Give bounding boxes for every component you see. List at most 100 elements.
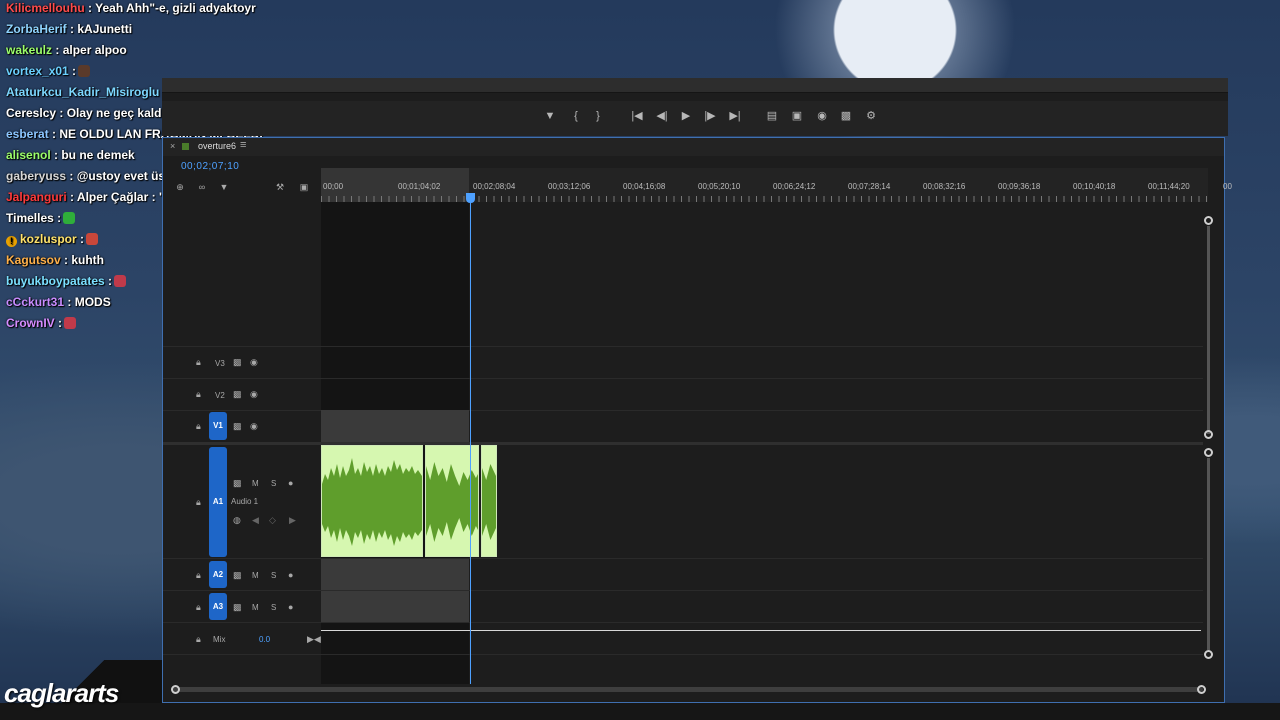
ruler-tick-label: 00;00 [323, 182, 344, 191]
audio-scroll-handle-bottom[interactable] [1204, 650, 1213, 659]
chat-username[interactable]: Jalpanguri [6, 190, 67, 204]
badge-icon: ! [6, 236, 17, 247]
step-back-icon[interactable]: ◀| [654, 108, 670, 124]
mic-icon[interactable]: ● [288, 602, 293, 612]
chat-username[interactable]: Timelles [6, 211, 54, 225]
program-monitor-controls: ▼ { } |◀ ◀| ▶ |▶ ▶| ▤ ▣ ◉ ▩ ⚙ [162, 78, 1228, 136]
eye-icon[interactable]: ◉ [250, 357, 258, 368]
mute-button[interactable]: M [252, 571, 259, 580]
add-keyframe-icon[interactable]: ◇ [269, 515, 276, 526]
linked-selection-icon[interactable]: ∞ [195, 180, 209, 194]
audio-scroll-handle-top[interactable] [1204, 448, 1213, 457]
eye-icon[interactable]: ◉ [250, 389, 258, 400]
lock-icon[interactable]: 🔒︎ [196, 421, 201, 432]
lift-icon[interactable]: ▤ [764, 108, 780, 124]
chat-username[interactable]: wakeulz [6, 43, 52, 57]
chat-username[interactable]: Kilicmellouhu [6, 1, 85, 15]
track-divider [163, 410, 1203, 411]
mic-icon[interactable]: ● [288, 570, 293, 580]
audio-clip[interactable] [481, 445, 497, 557]
compare-icon[interactable]: ▩ [838, 108, 854, 124]
monitor-strip-dark [162, 93, 1228, 101]
eye-icon[interactable]: ◉ [250, 421, 258, 432]
tab-menu-icon[interactable]: ≡ [240, 139, 246, 151]
chat-username[interactable]: Cereslcy [6, 106, 56, 120]
chat-text: : Olay ne geç kaldım [56, 106, 176, 120]
track-target-a3[interactable]: A3 [209, 593, 227, 620]
playhead-timecode[interactable]: 00;02;07;10 [181, 161, 239, 172]
film-icon[interactable]: ▩ [233, 357, 242, 368]
snap-icon[interactable]: ⊕ [173, 180, 187, 194]
prev-keyframe-icon[interactable]: ◀ [252, 515, 259, 526]
chat-username[interactable]: kozluspor [20, 232, 77, 246]
lock-icon[interactable]: 🔒︎ [196, 570, 201, 581]
ruler-tick-label: 00;01;04;02 [398, 182, 441, 191]
close-icon[interactable]: × [170, 141, 175, 151]
track-target-a2[interactable]: A2 [209, 561, 227, 588]
lock-icon[interactable]: 🔒︎ [196, 497, 201, 508]
track-divider [163, 590, 1203, 591]
chat-username[interactable]: CrownIV [6, 316, 55, 330]
wrench-icon[interactable]: ⚒ [273, 180, 287, 194]
chat-text: : [76, 232, 85, 246]
playhead-line[interactable] [470, 198, 471, 684]
keyframe-mode-icon[interactable]: ◍ [233, 515, 241, 526]
mix-end-icon[interactable]: ▶◀ [307, 634, 321, 645]
tab-sequence-name[interactable]: overture6 [198, 141, 236, 151]
zoom-handle-right[interactable] [1197, 685, 1206, 694]
marker-icon[interactable]: ▼ [542, 108, 558, 124]
chat-username[interactable]: vortex_x01 [6, 64, 69, 78]
add-marker-icon[interactable]: ▼ [217, 180, 231, 194]
audio-clip[interactable] [321, 445, 423, 557]
extract-icon[interactable]: ▣ [789, 108, 805, 124]
mic-icon[interactable]: ● [288, 478, 293, 488]
video-scroll-handle-top[interactable] [1204, 216, 1213, 225]
chat-username[interactable]: cCckurt31 [6, 295, 64, 309]
audio-scrollbar-track[interactable] [1207, 458, 1210, 650]
mute-button[interactable]: M [252, 603, 259, 612]
film-icon[interactable]: ▩ [233, 570, 242, 581]
film-icon[interactable]: ▩ [233, 602, 242, 613]
out-point-icon[interactable]: } [590, 108, 606, 124]
time-ruler[interactable]: 00;00 00;01;04;02 00;02;08;04 00;03;12;06 00… [321, 168, 1232, 202]
go-to-out-icon[interactable]: ▶| [727, 108, 743, 124]
lock-icon[interactable]: 🔒︎ [196, 389, 201, 400]
step-forward-icon[interactable]: |▶ [702, 108, 718, 124]
play-icon[interactable]: ▶ [678, 108, 694, 124]
chat-username[interactable]: esberat [6, 127, 49, 141]
captions-icon[interactable]: ▣ [297, 180, 311, 194]
film-icon[interactable]: ▩ [233, 421, 242, 432]
solo-button[interactable]: S [271, 571, 276, 580]
film-icon[interactable]: ▩ [233, 478, 242, 489]
export-frame-icon[interactable]: ◉ [814, 108, 830, 124]
track-target-a1[interactable]: A1 [209, 447, 227, 557]
ruler-tick-label: 00;09;36;18 [998, 182, 1041, 191]
chat-username[interactable]: buyukboypatates [6, 274, 105, 288]
video-scrollbar-track[interactable] [1207, 226, 1210, 434]
solo-button[interactable]: S [271, 479, 276, 488]
chat-username[interactable]: Kagutsov [6, 253, 61, 267]
lock-icon[interactable]: 🔒︎ [196, 602, 201, 613]
film-icon[interactable]: ▩ [233, 389, 242, 400]
go-to-in-icon[interactable]: |◀ [629, 108, 645, 124]
ruler-tick-label: 00;11;44;20 [1148, 182, 1190, 191]
settings-icon[interactable]: ⚙ [863, 108, 879, 124]
a3-empty-region [321, 591, 469, 622]
chat-message: Kilicmellouhu : Yeah Ahh"-e, gizli adyak… [6, 0, 336, 19]
horizontal-scrollbar[interactable] [173, 687, 1203, 692]
mix-volume-value[interactable]: 0.0 [259, 635, 270, 644]
chat-text: : [53, 211, 62, 225]
mute-button[interactable]: M [252, 479, 259, 488]
solo-button[interactable]: S [271, 603, 276, 612]
chat-username[interactable]: ZorbaHerif [6, 22, 67, 36]
chat-username[interactable]: Ataturkcu_Kadir_Misiroglu [6, 85, 159, 99]
video-scroll-handle-bottom[interactable] [1204, 430, 1213, 439]
chat-username[interactable]: alisenol [6, 148, 51, 162]
in-point-icon[interactable]: { [568, 108, 584, 124]
lock-icon[interactable]: 🔒︎ [196, 357, 201, 368]
lock-icon[interactable]: 🔒︎ [196, 634, 201, 645]
next-keyframe-icon[interactable]: ▶ [289, 515, 296, 526]
track-target-v1[interactable]: V1 [209, 412, 227, 440]
zoom-handle-left[interactable] [171, 685, 180, 694]
chat-username[interactable]: gaberyuss [6, 169, 66, 183]
